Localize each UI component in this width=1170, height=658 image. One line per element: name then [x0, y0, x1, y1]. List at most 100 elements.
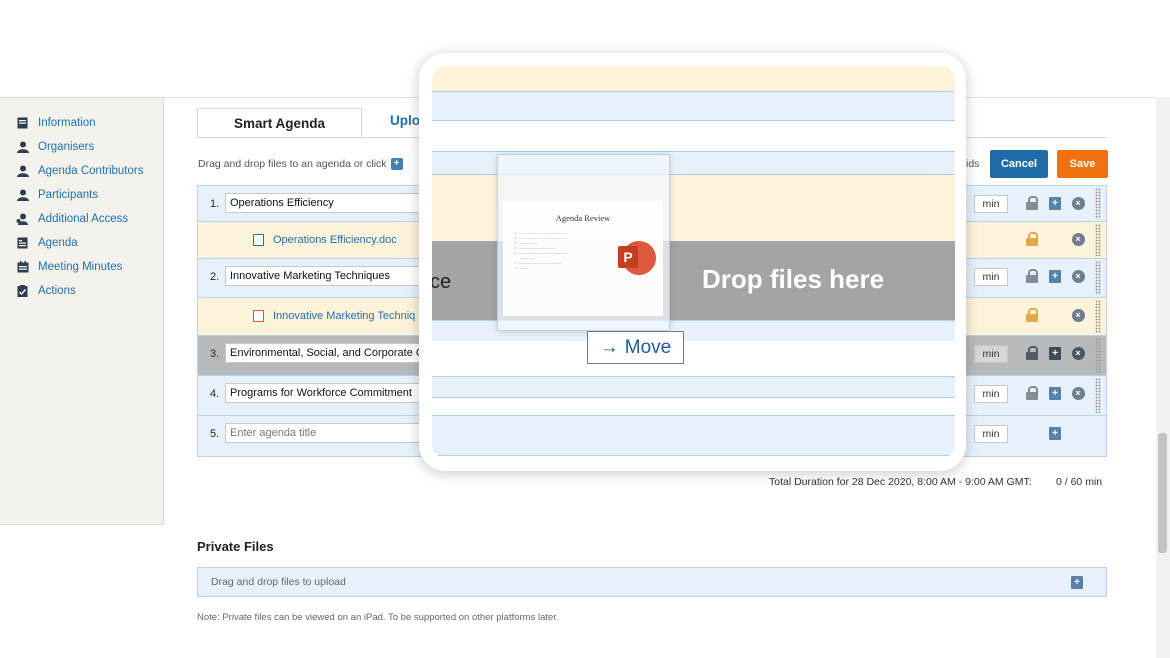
lock-icon[interactable] — [1025, 269, 1039, 283]
sidebar-item-label: Information — [38, 117, 96, 129]
cancel-button[interactable]: Cancel — [990, 150, 1048, 178]
agenda-title-input[interactable]: Innovative Marketing Techniques — [225, 266, 425, 286]
duration-input[interactable]: min — [974, 385, 1008, 403]
person-icon — [16, 141, 29, 154]
sidebar-item-additional-access[interactable]: Additional Access — [16, 211, 128, 227]
agenda-icon — [16, 237, 29, 250]
tab-upload[interactable]: Uplo — [390, 113, 420, 128]
agenda-title-input[interactable]: Environmental, Social, and Corporate G — [225, 343, 425, 363]
add-file-icon[interactable]: + — [1048, 196, 1062, 210]
sidebar-item-organisers[interactable]: Organisers — [16, 139, 94, 155]
sidebar-item-actions[interactable]: Actions — [16, 283, 76, 299]
total-duration-value: 0 / 60 min — [1056, 476, 1103, 488]
zoom-divider — [432, 91, 955, 92]
partial-title-text: ce — [432, 271, 452, 293]
duration-input[interactable]: min — [974, 425, 1008, 443]
private-files-note: Note: Private files can be viewed on an … — [197, 612, 559, 623]
delete-icon[interactable]: × — [1071, 386, 1085, 400]
scrollbar-track[interactable] — [1156, 97, 1170, 658]
sidebar-item-agenda[interactable]: Agenda — [16, 235, 78, 251]
sidebar-item-label: Participants — [38, 189, 99, 201]
lock-icon[interactable] — [1025, 196, 1039, 210]
sidebar-item-label: Actions — [38, 285, 76, 297]
attachment-link[interactable]: Innovative Marketing Techniq — [253, 310, 415, 322]
calendar-icon — [16, 261, 29, 274]
lock-icon[interactable] — [1025, 232, 1039, 246]
zoom-divider — [432, 120, 955, 121]
scrollbar-thumb[interactable] — [1158, 433, 1167, 553]
add-file-icon[interactable]: + — [1048, 269, 1062, 283]
zoom-row-blue — [432, 91, 955, 121]
agenda-number: 3. — [210, 348, 220, 360]
person-icon — [16, 189, 29, 202]
arrow-right-icon: → — [599, 336, 619, 358]
sidebar-item-participants[interactable]: Participants — [16, 187, 98, 203]
powerpoint-file-icon — [253, 310, 264, 322]
sidebar-item-meeting-minutes[interactable]: Meeting Minutes — [16, 259, 122, 275]
sidebar-item-agenda-contributors[interactable]: Agenda Contributors — [16, 163, 143, 179]
powerpoint-icon: P — [618, 246, 638, 268]
drag-handle[interactable] — [1095, 224, 1101, 256]
attachment-name: Innovative Marketing Techniq — [273, 310, 416, 322]
move-cursor-label: → Move — [587, 331, 684, 364]
drag-hint: Drag and drop files to an agenda or clic… — [198, 158, 403, 170]
person-icon — [16, 165, 29, 178]
private-files-dropzone[interactable]: Drag and drop files to upload + — [197, 567, 1107, 597]
duration-input[interactable]: min — [974, 195, 1008, 213]
total-duration-label: Total Duration for 28 Dec 2020, 8:00 AM … — [769, 476, 1032, 488]
attachment-name: Operations Efficiency.doc — [273, 234, 397, 246]
save-button[interactable]: Save — [1057, 150, 1108, 178]
attachment-link[interactable]: Operations Efficiency.doc — [253, 234, 397, 246]
lock-icon[interactable] — [1025, 386, 1039, 400]
duration-input[interactable]: min — [974, 345, 1008, 363]
agenda-number: 4. — [210, 388, 220, 400]
zoom-divider — [432, 397, 955, 398]
thumbnail-text-lines: • --------------------------------------… — [515, 231, 569, 270]
dragged-file-preview[interactable]: Agenda Review • ------------------------… — [497, 154, 670, 331]
toolbar-partial-text: ids — [966, 158, 980, 170]
sidebar-item-information[interactable]: Information — [16, 115, 96, 131]
add-file-icon[interactable]: + — [1048, 386, 1062, 400]
add-file-icon[interactable]: + — [1048, 346, 1062, 360]
sidebar-item-label: Agenda — [38, 237, 78, 249]
lock-icon[interactable] — [1025, 346, 1039, 360]
lock-icon[interactable] — [1025, 308, 1039, 322]
drag-handle[interactable] — [1095, 338, 1101, 373]
drag-handle[interactable] — [1095, 300, 1101, 333]
dropzone-text: Drag and drop files to upload — [211, 576, 346, 588]
agenda-title-input[interactable]: Programs for Workforce Commitment — [225, 383, 425, 403]
delete-icon[interactable]: × — [1071, 232, 1085, 246]
drag-handle[interactable] — [1095, 378, 1101, 413]
thumbnail-title: Agenda Review — [555, 213, 611, 223]
delete-icon[interactable]: × — [1071, 346, 1085, 360]
zoom-row-cream — [432, 66, 955, 91]
zoom-divider — [432, 455, 955, 456]
sidebar-item-label: Meeting Minutes — [38, 261, 123, 273]
zoom-row-blue — [432, 377, 955, 397]
word-file-icon — [253, 234, 264, 246]
drag-handle[interactable] — [1095, 188, 1101, 219]
agenda-number: 2. — [210, 271, 220, 283]
sidebar-item-label: Additional Access — [38, 213, 129, 225]
add-file-icon[interactable]: + — [1071, 576, 1083, 589]
zoom-callout: ce Drop files here Agenda Review • -----… — [419, 53, 966, 471]
sidebar-item-label: Organisers — [38, 141, 95, 153]
agenda-title-input[interactable]: Operations Efficiency — [225, 193, 425, 213]
delete-icon[interactable]: × — [1071, 308, 1085, 322]
add-file-icon[interactable]: + — [390, 158, 403, 170]
agenda-title-input[interactable]: Enter agenda title — [225, 423, 425, 443]
sidebar-item-label: Agenda Contributors — [38, 165, 144, 177]
private-files-title: Private Files — [197, 539, 274, 554]
delete-icon[interactable]: × — [1071, 269, 1085, 283]
person-key-icon — [16, 213, 29, 226]
drag-handle[interactable] — [1095, 261, 1101, 295]
add-file-icon[interactable]: + — [1048, 426, 1062, 440]
drag-hint-text: Drag and drop files to an agenda or clic… — [198, 158, 387, 170]
delete-icon[interactable]: × — [1071, 196, 1085, 210]
zoom-divider — [432, 151, 955, 152]
move-label: Move — [624, 336, 672, 358]
agenda-number: 5. — [210, 428, 220, 440]
duration-input[interactable]: min — [974, 268, 1008, 286]
tab-smart-agenda[interactable]: Smart Agenda — [197, 108, 362, 138]
drop-files-label: Drop files here — [702, 264, 885, 294]
